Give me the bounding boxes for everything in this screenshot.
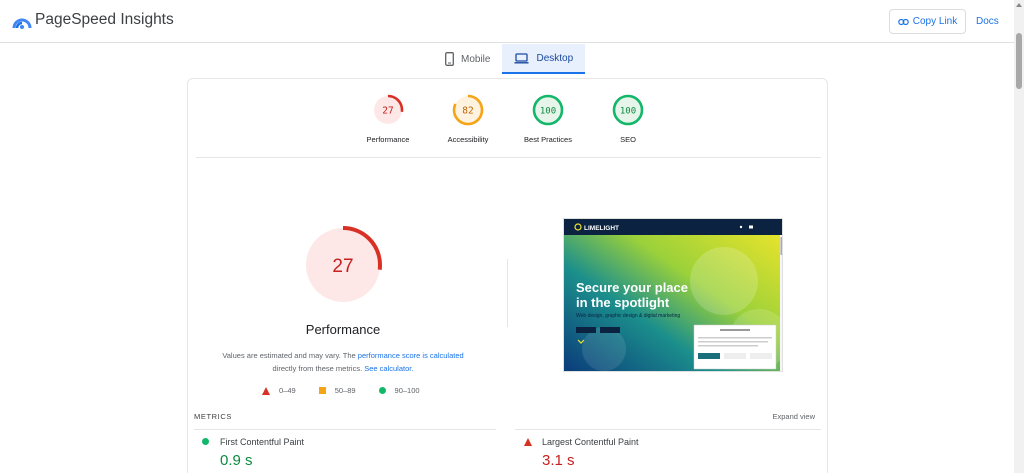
performance-title: Performance	[305, 322, 381, 337]
gauge-performance[interactable]: 27 Performance	[348, 93, 428, 144]
app-header: PageSpeed Insights Copy Link Docs	[0, 0, 1014, 43]
phone-icon	[445, 52, 454, 66]
performance-gauge-large: 27	[304, 226, 382, 304]
final-screenshot[interactable]: LIMELIGHT Secure your place in the spotl…	[563, 218, 783, 372]
see-calculator-link[interactable]: See calculator.	[364, 364, 413, 373]
screenshot-brand: LIMELIGHT	[584, 225, 619, 232]
copy-link-button[interactable]: Copy Link	[889, 9, 966, 34]
divider	[196, 157, 821, 158]
report-card: 27 Performance 82 Accessibility 100 Best…	[187, 78, 828, 473]
scroll-thumb[interactable]	[1016, 33, 1022, 89]
copy-link-label: Copy Link	[912, 16, 958, 27]
gauge-accessibility-score: 82	[462, 106, 473, 117]
fail-triangle-icon	[524, 438, 532, 446]
gauge-best-practices-label: Best Practices	[524, 135, 572, 144]
gauge-best-practices[interactable]: 100 Best Practices	[508, 93, 588, 144]
pass-circle-icon	[378, 387, 386, 394]
vertical-separator	[507, 259, 508, 327]
pass-circle-icon	[202, 438, 209, 445]
link-icon	[897, 18, 909, 25]
screenshot-image: LIMELIGHT Secure your place in the spotl…	[564, 219, 782, 371]
category-gauges: 27 Performance 82 Accessibility 100 Best…	[188, 93, 827, 153]
metric-name: First Contentful Paint	[220, 437, 305, 447]
gauge-accessibility-ring: 82	[452, 94, 484, 126]
app-title: PageSpeed Insights	[35, 11, 174, 28]
device-tabs: Mobile Desktop	[433, 44, 586, 74]
gauge-seo[interactable]: 100 SEO	[588, 93, 668, 144]
score-legend: 0–49 50–89 90–100	[262, 386, 443, 395]
fail-triangle-icon	[262, 386, 270, 395]
metric-first-contentful-paint: First Contentful Paint 0.9 s	[202, 437, 482, 473]
legend-average: 50–89	[318, 386, 356, 395]
legend-average-range: 50–89	[334, 386, 356, 395]
docs-link[interactable]: Docs	[976, 16, 999, 27]
screenshot-subtitle: Web design, graphic design & digital mar…	[576, 313, 680, 319]
metrics-divider-right	[515, 429, 821, 430]
expand-view-toggle[interactable]: Expand view	[772, 412, 815, 421]
score-calculated-link[interactable]: performance score is calculated	[358, 351, 464, 360]
tab-mobile-label: Mobile	[461, 53, 491, 65]
tab-desktop[interactable]: Desktop	[502, 44, 586, 74]
legend-pass: 90–100	[378, 386, 420, 395]
scroll-up-arrow-icon[interactable]	[1016, 3, 1022, 7]
tab-desktop-label: Desktop	[536, 52, 574, 64]
gauge-performance-ring: 27	[372, 94, 404, 126]
legend-pass-range: 90–100	[394, 386, 420, 395]
pagespeed-logo-icon	[12, 18, 32, 29]
gauge-performance-label: Performance	[366, 135, 410, 144]
gauge-seo-ring: 100	[612, 94, 644, 126]
screenshot-headline-1: Secure your place	[576, 280, 688, 295]
desc-prefix: Values are estimated and may vary. The	[222, 351, 358, 360]
legend-fail-range: 0–49	[279, 386, 296, 395]
gauge-seo-label: SEO	[620, 135, 636, 144]
gauge-accessibility[interactable]: 82 Accessibility	[428, 93, 508, 144]
page-scrollbar[interactable]	[1014, 0, 1024, 473]
metrics-divider-left	[194, 429, 496, 430]
cookie-dialog	[693, 324, 777, 370]
performance-score-large: 27	[332, 256, 353, 277]
performance-description: Values are estimated and may vary. The p…	[210, 349, 476, 375]
metric-name: Largest Contentful Paint	[542, 437, 639, 447]
tab-mobile[interactable]: Mobile	[433, 44, 502, 74]
metric-value: 0.9 s	[220, 452, 253, 469]
gauge-best-practices-score: 100	[540, 107, 556, 117]
laptop-icon	[514, 52, 529, 64]
gauge-performance-score: 27	[382, 106, 393, 117]
metric-value: 3.1 s	[542, 452, 575, 469]
average-square-icon	[318, 387, 326, 394]
metrics-header: METRICS	[194, 412, 232, 421]
screenshot-headline-2: in the spotlight	[576, 295, 670, 310]
desc-middle: directly from these metrics.	[272, 364, 365, 373]
metric-largest-contentful-paint: Largest Contentful Paint 3.1 s	[524, 437, 804, 473]
gauge-accessibility-label: Accessibility	[447, 135, 489, 144]
gauge-best-practices-ring: 100	[532, 94, 564, 126]
legend-fail: 0–49	[262, 386, 296, 395]
gauge-seo-score: 100	[620, 107, 636, 117]
